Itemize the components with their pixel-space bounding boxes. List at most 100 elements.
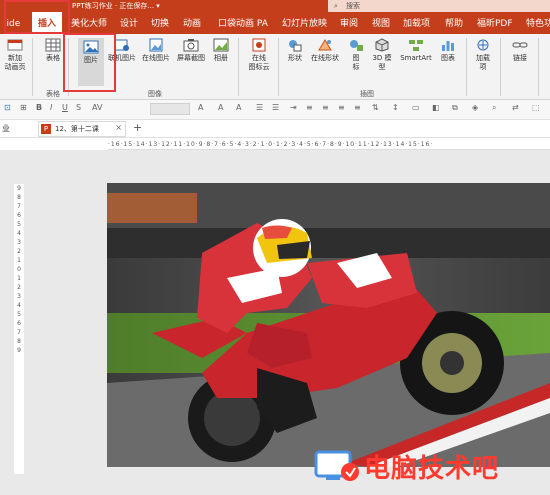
vruler-mark: 0 bbox=[17, 266, 21, 273]
vruler-mark: 3 bbox=[17, 293, 21, 300]
tab-beautify[interactable]: 美化大师 bbox=[71, 12, 107, 34]
font-spacing-icon[interactable]: AV bbox=[92, 103, 102, 112]
watermark-text: 电脑技术吧 bbox=[364, 454, 500, 484]
motorcycle-photo[interactable] bbox=[107, 183, 550, 467]
text-direction-icon[interactable]: ⇅ bbox=[372, 103, 379, 112]
search-placeholder[interactable]: 搜索 bbox=[346, 0, 360, 12]
align-left-icon[interactable]: ≡ bbox=[306, 103, 313, 112]
tab-features[interactable]: 特色功能 bbox=[526, 12, 550, 34]
shape-outline-icon[interactable]: ▭ bbox=[412, 103, 420, 112]
shapes-button[interactable]: 形状 bbox=[283, 38, 307, 63]
tab-animations[interactable]: 动画 bbox=[183, 12, 201, 34]
smartart-button[interactable]: SmartArt bbox=[397, 38, 435, 63]
online-icons-button[interactable]: 在线 图标云 bbox=[244, 38, 274, 72]
link-icon bbox=[512, 42, 528, 48]
font-size-box[interactable] bbox=[150, 103, 190, 115]
select-icon[interactable]: ⬚ bbox=[532, 103, 540, 112]
quick-styles-icon[interactable]: ◈ bbox=[472, 103, 478, 112]
increase-font-icon[interactable]: A bbox=[218, 103, 223, 112]
group-label-table: 表格 bbox=[46, 90, 60, 98]
find-icon[interactable]: ⌕ bbox=[492, 103, 496, 113]
tab-slideshow[interactable]: 幻灯片放映 bbox=[282, 12, 327, 34]
replace-icon[interactable]: ⇄ bbox=[512, 103, 519, 112]
vruler-mark: 1 bbox=[17, 275, 21, 282]
shape-fill-icon[interactable]: ◧ bbox=[432, 103, 440, 112]
album-button[interactable]: 相册 bbox=[210, 38, 232, 63]
chart-icon bbox=[442, 41, 454, 51]
vruler-mark: 4 bbox=[17, 230, 21, 237]
tab-pocket-animation[interactable]: 口袋动画 PA bbox=[218, 12, 268, 34]
separator bbox=[278, 38, 279, 96]
document-title[interactable]: PPT练习作业 · 正在保存... ▾ bbox=[72, 0, 160, 12]
indent-icon[interactable]: ⇥ bbox=[290, 103, 297, 112]
online-shapes-button[interactable]: 在线形状 bbox=[308, 38, 342, 63]
separator bbox=[238, 38, 239, 96]
vruler-mark: 8 bbox=[17, 194, 21, 201]
format-icon[interactable]: ⊡ bbox=[4, 103, 11, 112]
tab-view[interactable]: 视图 bbox=[372, 12, 390, 34]
document-tab[interactable]: P 12、第十二课 × bbox=[38, 121, 126, 137]
3d-model-button[interactable]: 3D 模 型 bbox=[368, 38, 396, 72]
online-shapes-label: 在线形状 bbox=[311, 54, 339, 62]
link-button[interactable]: 链接 bbox=[508, 38, 532, 63]
vruler-mark: 3 bbox=[17, 239, 21, 246]
icons-button[interactable]: 图 标 bbox=[345, 38, 367, 72]
document-tab-bar: 业 P 12、第十二课 × + bbox=[0, 120, 550, 138]
addins-icon bbox=[477, 39, 489, 51]
decrease-font-icon[interactable]: A bbox=[236, 103, 241, 112]
close-tab-icon[interactable]: × bbox=[115, 123, 122, 132]
line-spacing-icon[interactable]: ↕ bbox=[392, 103, 399, 112]
link-label: 链接 bbox=[513, 54, 527, 62]
cube-icon bbox=[375, 38, 389, 52]
online-image-label: 在线图片 bbox=[142, 54, 170, 62]
highlight-insert-tab bbox=[4, 0, 70, 34]
separator bbox=[32, 38, 33, 96]
table-button[interactable]: 表格 bbox=[42, 38, 64, 63]
justify-icon[interactable]: ≡ bbox=[354, 103, 361, 112]
screenshot-button[interactable]: 屏幕截图 bbox=[174, 38, 208, 63]
shapes-icon bbox=[289, 40, 302, 52]
vruler-mark: 9 bbox=[17, 347, 21, 354]
table-label: 表格 bbox=[46, 54, 60, 62]
vruler-mark: 7 bbox=[17, 203, 21, 210]
album-icon bbox=[213, 38, 229, 52]
vertical-ruler: 9 8 7 6 5 4 3 2 1 0 1 2 3 4 5 6 7 8 9 bbox=[14, 184, 24, 474]
horizontal-ruler: ·16·15·14·13·12·11·10·9·8·7·6·5·4·3·2·1·… bbox=[108, 140, 550, 150]
numbered-list-icon[interactable]: ☰ bbox=[272, 103, 279, 112]
align-right-icon[interactable]: ≡ bbox=[338, 103, 345, 112]
group-label-illustration: 插图 bbox=[360, 90, 374, 98]
tab-addins[interactable]: 加载项 bbox=[403, 12, 430, 34]
camera-icon bbox=[183, 39, 199, 52]
tab-design[interactable]: 设计 bbox=[120, 12, 138, 34]
tab-foxit-pdf[interactable]: 福昕PDF bbox=[477, 12, 513, 34]
underline-icon[interactable]: U bbox=[62, 103, 68, 112]
align-center-icon[interactable]: ≡ bbox=[322, 103, 329, 112]
new-tab-button[interactable]: + bbox=[133, 121, 142, 134]
new-slide-icon bbox=[7, 39, 23, 51]
slide-canvas[interactable] bbox=[107, 183, 550, 467]
vruler-mark: 5 bbox=[17, 221, 21, 228]
italic-icon[interactable]: I bbox=[50, 103, 52, 112]
smartart-label: SmartArt bbox=[400, 54, 432, 62]
ppt-icon: P bbox=[41, 124, 51, 134]
new-slide-button[interactable]: 新加 动画页 bbox=[2, 38, 28, 72]
vruler-mark: 8 bbox=[17, 338, 21, 345]
computer-logo-icon bbox=[314, 450, 359, 481]
grid-icon[interactable]: ⊞ bbox=[20, 103, 27, 112]
online-image-button[interactable]: 在线图片 bbox=[139, 38, 173, 63]
addins-button[interactable]: 加载 项 bbox=[472, 38, 494, 72]
vruler-mark: 2 bbox=[17, 284, 21, 291]
vruler-mark: 2 bbox=[17, 248, 21, 255]
strikethrough-icon[interactable]: S bbox=[76, 103, 81, 112]
vruler-mark: 6 bbox=[17, 212, 21, 219]
title-bar: PPT练习作业 · 正在保存... ▾ ⌕ 搜索 bbox=[0, 0, 550, 12]
tab-review[interactable]: 审阅 bbox=[340, 12, 358, 34]
tab-transitions[interactable]: 切换 bbox=[151, 12, 169, 34]
search-box[interactable]: ⌕ 搜索 bbox=[328, 0, 550, 12]
chart-button[interactable]: 图表 bbox=[437, 38, 459, 63]
arrange-icon[interactable]: ⧉ bbox=[452, 103, 458, 113]
tab-help[interactable]: 帮助 bbox=[445, 12, 463, 34]
bullet-list-icon[interactable]: ☰ bbox=[256, 103, 263, 112]
bold-icon[interactable]: B bbox=[36, 103, 42, 112]
font-color-icon[interactable]: A bbox=[198, 103, 203, 112]
